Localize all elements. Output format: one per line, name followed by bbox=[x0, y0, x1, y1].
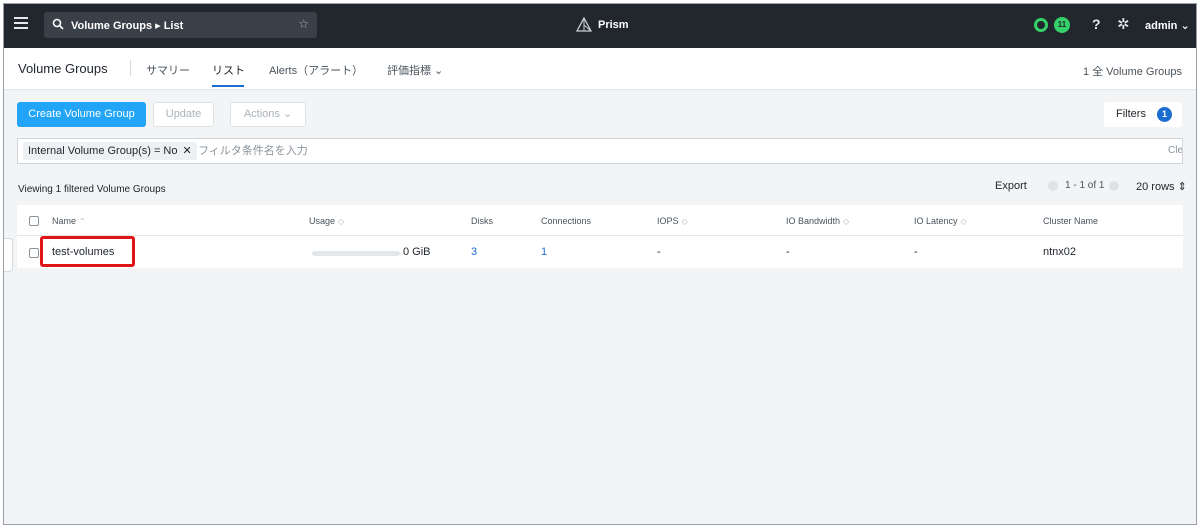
tab-list[interactable]: リスト bbox=[212, 62, 245, 78]
table-row[interactable]: test-volumes 0 GiB 3 1 - - - ntnx02 bbox=[17, 237, 1183, 268]
alert-count-badge[interactable]: 11 bbox=[1054, 17, 1070, 33]
volume-groups-table: Name ⌃ Usage ◇ Disks Connections IOPS ◇ IO … bbox=[17, 205, 1183, 268]
health-status-icon[interactable] bbox=[1034, 18, 1048, 32]
io-latency-value: - bbox=[914, 246, 918, 258]
column-header-usage[interactable]: Usage ◇ bbox=[309, 216, 344, 226]
column-header-disks[interactable]: Disks bbox=[471, 216, 496, 226]
row-checkbox[interactable] bbox=[29, 248, 39, 258]
entity-nav-bar: Volume Groups サマリー リスト Alerts（アラート） 評価指標… bbox=[4, 48, 1196, 90]
filter-bar: Internal Volume Group(s) = No ✕ Clear bbox=[17, 138, 1183, 164]
update-button[interactable]: Update bbox=[153, 102, 214, 127]
viewing-count-text: Viewing 1 filtered Volume Groups bbox=[18, 184, 166, 195]
filters-button[interactable]: Filters 1 bbox=[1104, 102, 1182, 127]
app-window: Volume Groups ▸ List ☆ Prism 11 ? ✲ admi… bbox=[3, 3, 1197, 525]
search-breadcrumb: Volume Groups ▸ List bbox=[71, 20, 184, 32]
column-header-iops[interactable]: IOPS ◇ bbox=[657, 216, 688, 226]
io-bandwidth-value: - bbox=[786, 246, 790, 258]
highlight-annotation-box bbox=[40, 236, 135, 267]
nav-divider bbox=[130, 60, 131, 76]
chevron-left-icon[interactable] bbox=[1048, 181, 1058, 191]
entity-title: Volume Groups bbox=[18, 61, 108, 76]
user-menu[interactable]: admin ⌄ bbox=[1145, 19, 1190, 32]
column-header-io-bandwidth[interactable]: IO Bandwidth ◇ bbox=[786, 216, 849, 226]
table-header: Name ⌃ Usage ◇ Disks Connections IOPS ◇ IO … bbox=[17, 205, 1183, 236]
usage-value: 0 GiB bbox=[403, 246, 431, 258]
help-icon[interactable]: ? bbox=[1092, 16, 1101, 32]
filter-chip: Internal Volume Group(s) = No ✕ bbox=[23, 142, 197, 160]
pagination-range: 1 - 1 of 1 bbox=[1065, 180, 1105, 191]
rows-per-page-select[interactable]: 20 rows ⇕ bbox=[1136, 180, 1187, 193]
tab-metrics[interactable]: 評価指標 ⌄ bbox=[387, 62, 443, 78]
chevron-right-icon[interactable] bbox=[1109, 181, 1119, 191]
filters-count-badge: 1 bbox=[1157, 107, 1172, 122]
create-volume-group-button[interactable]: Create Volume Group bbox=[17, 102, 146, 127]
active-tab-indicator bbox=[212, 85, 244, 87]
prism-logo-icon bbox=[576, 17, 592, 32]
close-icon[interactable]: ✕ bbox=[183, 145, 192, 157]
tab-alerts[interactable]: Alerts（アラート） bbox=[269, 62, 363, 78]
export-button[interactable]: Export bbox=[995, 180, 1027, 192]
usage-progress-bar bbox=[312, 251, 400, 256]
column-header-io-latency[interactable]: IO Latency ◇ bbox=[914, 216, 967, 226]
global-search-bar[interactable]: Volume Groups ▸ List ☆ bbox=[44, 12, 317, 38]
tab-summary[interactable]: サマリー bbox=[146, 62, 190, 78]
gear-icon[interactable]: ✲ bbox=[1117, 15, 1130, 33]
column-header-cluster-name[interactable]: Cluster Name bbox=[1043, 216, 1101, 226]
filter-chip-label: Internal Volume Group(s) = No bbox=[28, 145, 178, 157]
actions-dropdown[interactable]: Actions ⌄ bbox=[230, 102, 306, 127]
top-navigation-bar: Volume Groups ▸ List ☆ Prism 11 ? ✲ admi… bbox=[4, 4, 1196, 48]
filters-label: Filters bbox=[1116, 108, 1146, 120]
star-icon[interactable]: ☆ bbox=[298, 17, 309, 31]
iops-value: - bbox=[657, 246, 661, 258]
clear-filters-link[interactable]: Clear bbox=[1168, 145, 1182, 156]
cluster-name-value: ntnx02 bbox=[1043, 246, 1077, 258]
app-title: Prism bbox=[598, 19, 629, 31]
filter-input[interactable] bbox=[198, 142, 798, 160]
column-header-connections[interactable]: Connections bbox=[541, 216, 594, 226]
column-header-name[interactable]: Name ⌃ bbox=[52, 216, 86, 226]
select-all-checkbox[interactable] bbox=[29, 216, 39, 226]
side-panel-handle[interactable] bbox=[4, 238, 13, 272]
hamburger-menu-icon[interactable] bbox=[14, 17, 28, 29]
disks-link[interactable]: 3 bbox=[471, 246, 477, 258]
total-entity-count: 1 全 Volume Groups bbox=[1082, 66, 1182, 78]
search-icon bbox=[52, 18, 64, 30]
connections-link[interactable]: 1 bbox=[541, 246, 547, 258]
